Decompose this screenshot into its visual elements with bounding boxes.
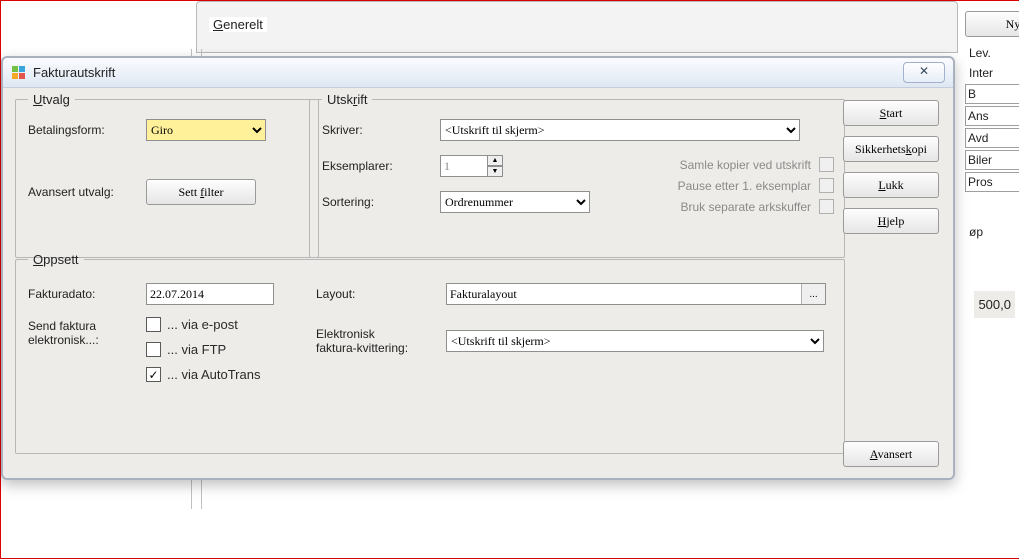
layout-browse-button[interactable]: ... [801,284,825,304]
sortering-label: Sortering: [322,195,440,209]
elk-label-2: faktura-kvittering: [316,341,408,355]
samle-kopier-check[interactable]: Samle kopier ved utskrift [678,157,834,172]
eksemplarer-down-button[interactable]: ▼ [487,166,503,177]
bg-biler-box: Biler [965,150,1019,170]
utvalg-legend: Utvalg [28,92,75,107]
separate-arkskuffer-check[interactable]: Bruk separate arkskuffer [678,199,834,214]
fakturautskrift-window: Fakturautskrift ✕ Utvalg Betalingsform: … [1,56,955,480]
sett-filter-button[interactable]: Sett filter [146,179,256,205]
utskrift-legend: Utskrift [322,92,372,107]
window-title: Fakturautskrift [33,65,115,80]
send-faktura-label-1: Send faktura [28,319,96,333]
avansert-button[interactable]: Avansert [843,441,939,467]
start-button[interactable]: Start [843,100,939,126]
bg-avd-box: Avd [965,128,1019,148]
fakturadato-label: Fakturadato: [28,287,146,301]
oppsett-legend: Oppsett [28,252,84,267]
bg-op-label: øp [965,222,1019,242]
bg-inter-label: Inter [965,63,1019,83]
sikkerhetskopi-button[interactable]: Sikkerhetskopi [843,136,939,162]
bg-pros-box: Pros [965,172,1019,192]
via-autotrans-check[interactable]: ... via AutoTrans [146,367,260,382]
lukk-button[interactable]: Lukk [843,172,939,198]
bg-b-box: B [965,84,1019,104]
layout-label: Layout: [316,287,446,301]
app-icon [11,64,27,80]
bg-ans-box: Ans [965,106,1019,126]
skriver-label: Skriver: [322,123,440,137]
elk-kvittering-select[interactable]: <Utskrift til skjerm> [446,330,824,352]
bg-lev-label: Lev. [965,43,1019,63]
send-faktura-label-2: elektronisk...: [28,333,99,347]
betalingsform-select[interactable]: Giro [146,119,266,141]
bg-generelt-label: Generelt [209,17,267,32]
oppsett-group: Oppsett Fakturadato: Send faktura elektr… [15,252,845,454]
layout-input[interactable] [447,284,801,304]
via-epost-check[interactable]: ... via e-post [146,317,260,332]
via-ftp-check[interactable]: ... via FTP [146,342,260,357]
skriver-select[interactable]: <Utskrift til skjerm> [440,119,800,141]
bg-total-label: 500,0 [974,291,1015,318]
titlebar: Fakturautskrift ✕ [3,58,953,88]
eksemplarer-up-button[interactable]: ▲ [487,155,503,166]
utskrift-group: Utskrift Skriver: <Utskrift til skjerm> … [309,92,845,258]
eksemplarer-input[interactable] [440,155,488,177]
elk-label-1: Elektronisk [316,327,375,341]
betalingsform-label: Betalingsform: [28,123,146,137]
fakturadato-input[interactable] [146,283,274,305]
sortering-select[interactable]: Ordrenummer [440,191,590,213]
utvalg-group: Utvalg Betalingsform: Giro Avansert utva… [15,92,319,258]
eksemplarer-label: Eksemplarer: [322,159,440,173]
pause-etter-check[interactable]: Pause etter 1. eksemplar [678,178,834,193]
close-button[interactable]: ✕ [903,62,945,83]
bg-ny-button[interactable]: Ny [965,11,1019,37]
hjelp-button[interactable]: Hjelp [843,208,939,234]
avansert-utvalg-label: Avansert utvalg: [28,185,146,199]
